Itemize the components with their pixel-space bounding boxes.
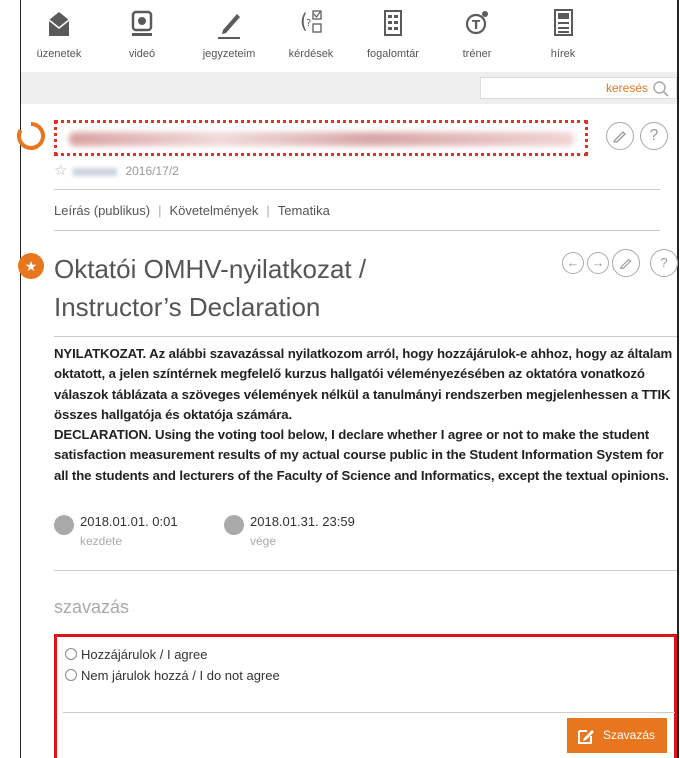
tab-requirements[interactable]: Követelmények: [170, 203, 259, 218]
questions-icon: ( ?: [300, 9, 322, 33]
divider: [63, 712, 675, 713]
svg-text:T: T: [472, 18, 481, 32]
star-icon[interactable]: ☆: [54, 162, 67, 179]
nav-label: videó: [128, 48, 156, 60]
vote-heading: szavazás: [54, 597, 130, 617]
svg-text:?: ?: [306, 18, 311, 29]
declaration-title: Oktatói OMHV-nyilatkozat / Instructor’s …: [54, 254, 367, 322]
next-button[interactable]: →: [587, 252, 609, 274]
star-badge-icon: ★: [18, 253, 44, 279]
nav-label: tréner: [462, 48, 492, 60]
divider: [54, 336, 677, 337]
tab-description[interactable]: Leírás (publikus): [54, 203, 150, 218]
clock-icon: [224, 515, 244, 535]
trainer-icon: T: [465, 11, 488, 35]
nav-label: hírek: [550, 48, 576, 60]
radio-button[interactable]: [65, 648, 77, 660]
nav-item-questions[interactable]: ( ? kérdések: [276, 0, 346, 72]
video-icon: [131, 10, 153, 36]
vote-submit-label: Szavazás: [603, 728, 656, 742]
help-button[interactable]: ?: [650, 249, 678, 277]
course-tabs: Leírás (publikus) | Követelmények | Tematika: [54, 203, 330, 218]
edit-square-icon: [578, 730, 594, 744]
tab-syllabus[interactable]: Tematika: [278, 203, 330, 218]
news-icon: [554, 9, 573, 36]
help-button[interactable]: ?: [640, 122, 668, 150]
frame-left-border: [20, 0, 21, 758]
option-label: Nem járulok hozzá / I do not agree: [81, 668, 280, 683]
start-date-value: 2018.01.01. 0:01: [80, 514, 178, 529]
top-navigation: üzenetek videó jegyzeteim ( ? kérdések f…: [21, 0, 677, 72]
clock-icon: [54, 515, 74, 535]
nav-item-notes[interactable]: jegyzeteim: [194, 0, 264, 72]
vote-option-agree[interactable]: Hozzájárulok / I agree: [65, 647, 207, 662]
declaration-hungarian: NYILATKOZAT. Az alábbi szavazással nyila…: [54, 346, 673, 422]
nav-label: jegyzeteim: [202, 48, 256, 60]
option-label: Hozzájárulok / I agree: [81, 647, 208, 662]
redacted-code: [73, 167, 118, 176]
nav-item-trainer[interactable]: T tréner: [442, 0, 512, 72]
declaration-body: NYILATKOZAT. Az alábbi szavazással nyila…: [54, 344, 679, 486]
search-input[interactable]: keresés: [480, 77, 677, 99]
nav-label: kérdések: [288, 48, 334, 60]
glossary-icon: [384, 10, 402, 36]
pencil-icon: [218, 14, 240, 39]
search-label: keresés: [605, 81, 648, 95]
search-icon[interactable]: [652, 80, 670, 98]
semester: 2016/17/2: [125, 164, 179, 178]
search-bar: keresés: [21, 72, 677, 104]
envelope-icon: [48, 12, 70, 36]
previous-button[interactable]: ←: [562, 252, 584, 274]
radio-button[interactable]: [65, 669, 77, 681]
pencil-icon: [619, 258, 632, 269]
vote-panel: Hozzájárulok / I agree Nem járulok hozzá…: [54, 634, 677, 758]
declaration-english: DECLARATION. Using the voting tool below…: [54, 427, 669, 483]
redacted-text: [69, 132, 574, 146]
loading-spinner-icon: [17, 122, 45, 150]
vote-option-disagree[interactable]: Nem járulok hozzá / I do not agree: [65, 668, 280, 683]
course-title-redacted: [54, 120, 588, 156]
vote-submit-button[interactable]: Szavazás: [567, 718, 667, 753]
nav-item-news[interactable]: hírek: [528, 0, 598, 72]
nav-label: üzenetek: [36, 48, 82, 60]
course-meta: ☆ 2016/17/2: [54, 161, 179, 179]
nav-label: fogalomtár: [367, 48, 419, 60]
divider: [54, 189, 660, 190]
edit-button[interactable]: [612, 249, 640, 277]
nav-item-glossary[interactable]: fogalomtár: [358, 0, 428, 72]
divider: [54, 230, 660, 231]
start-date-label: kezdete: [80, 534, 123, 548]
nav-item-video[interactable]: videó: [107, 0, 177, 72]
end-date-label: vége: [250, 534, 277, 548]
edit-button[interactable]: [606, 122, 634, 150]
nav-item-messages[interactable]: üzenetek: [24, 0, 94, 72]
divider: [54, 570, 677, 571]
end-date-value: 2018.01.31. 23:59: [250, 514, 355, 529]
pencil-icon: [612, 131, 626, 143]
